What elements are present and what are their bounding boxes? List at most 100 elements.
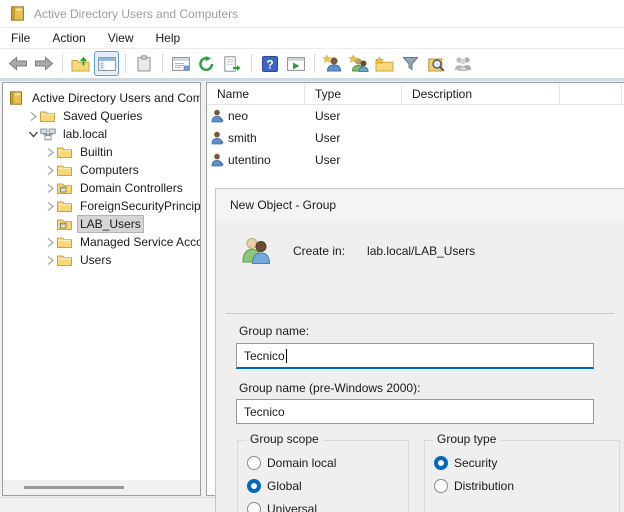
new-group-icon	[349, 55, 369, 72]
tree-item-builtin[interactable]: Builtin	[3, 143, 200, 161]
find-button[interactable]	[424, 51, 449, 76]
tree-item-domain-controllers[interactable]: Domain Controllers	[3, 179, 200, 197]
clipboard-button[interactable]	[131, 51, 156, 76]
chevron-right-icon[interactable]	[26, 111, 40, 122]
tree-horizontal-scrollbar[interactable]	[3, 480, 200, 495]
object-name: smith	[228, 131, 257, 145]
properties-button[interactable]	[168, 51, 193, 76]
object-type: User	[305, 109, 402, 123]
tree-item-saved-queries[interactable]: Saved Queries	[3, 107, 200, 125]
group-scope-label: Group scope	[246, 432, 323, 446]
new-user-button[interactable]	[320, 51, 345, 76]
list-row-neo[interactable]: neoUser	[207, 105, 624, 127]
show-console-tree-button[interactable]	[94, 51, 119, 76]
tree-item-active-directory-users-and-computers[interactable]: Active Directory Users and Computers	[3, 89, 200, 107]
menubar: FileActionViewHelp	[0, 27, 624, 48]
new-group-button[interactable]	[346, 51, 371, 76]
clipboard-icon	[137, 55, 151, 72]
object-type: User	[305, 131, 402, 145]
tree-item-label: Users	[78, 252, 113, 268]
radio-unchecked-icon[interactable]	[247, 502, 261, 512]
tree-item-users[interactable]: Users	[3, 251, 200, 269]
folder-icon	[57, 254, 74, 266]
help-button[interactable]: ?	[257, 51, 282, 76]
forward-button[interactable]	[31, 51, 56, 76]
toolbar-separator	[314, 54, 315, 73]
tree-item-label: Builtin	[78, 144, 115, 160]
tree-item-managed-service-accounts[interactable]: Managed Service Accounts	[3, 233, 200, 251]
export-list-button[interactable]	[220, 51, 245, 76]
filter-button[interactable]	[398, 51, 423, 76]
user-icon	[211, 153, 224, 167]
forward-icon	[34, 56, 54, 71]
column-header-extra	[560, 83, 622, 104]
column-header-name[interactable]: Name	[207, 83, 305, 104]
chevron-right-icon[interactable]	[43, 147, 57, 158]
refresh-icon	[198, 56, 215, 72]
console-tree-pane: Active Directory Users and ComputersSave…	[2, 82, 201, 496]
tree-item-computers[interactable]: Computers	[3, 161, 200, 179]
radio-checked-icon[interactable]	[434, 456, 448, 470]
chevron-right-icon[interactable]	[43, 255, 57, 266]
tree-item-lab-users[interactable]: LAB_Users	[3, 215, 200, 233]
back-button[interactable]	[5, 51, 30, 76]
chevron-right-icon[interactable]	[43, 201, 57, 212]
toolbar-separator	[162, 54, 163, 73]
user-icon	[211, 131, 224, 145]
list-row-utentino[interactable]: utentino User	[207, 149, 624, 171]
user-icon	[211, 109, 224, 123]
refresh-button[interactable]	[194, 51, 219, 76]
cell-name: utentino	[207, 153, 305, 167]
chevron-down-icon[interactable]	[26, 130, 40, 139]
domain-local-radio[interactable]: Domain local	[247, 451, 408, 474]
radio-unchecked-icon[interactable]	[247, 456, 261, 470]
create-in-label: Create in:	[293, 244, 345, 258]
new-window-button[interactable]	[283, 51, 308, 76]
filter-icon	[402, 56, 419, 71]
global-radio[interactable]: Global	[247, 474, 408, 497]
security-radio[interactable]: Security	[434, 451, 619, 474]
show-console-tree-icon	[98, 57, 116, 71]
radio-unchecked-icon[interactable]	[434, 479, 448, 493]
toolbar-separator	[62, 54, 63, 73]
list-row-smith[interactable]: smith User	[207, 127, 624, 149]
tree-item-foreignsecurityprincipals[interactable]: ForeignSecurityPrincipals	[3, 197, 200, 215]
group-name-pre2000-input[interactable]: Tecnico	[236, 399, 594, 424]
window-titlebar: Active Directory Users and Computers	[0, 0, 624, 27]
create-in-row: Create in: lab.local/LAB_Users	[241, 237, 475, 264]
chevron-right-icon[interactable]	[43, 165, 57, 176]
new-ou-button[interactable]	[372, 51, 397, 76]
group-scope-options: Domain local GlobalUniversal	[238, 441, 408, 512]
menu-view[interactable]: View	[97, 29, 145, 47]
new-ou-icon	[375, 56, 394, 72]
up-one-level-button[interactable]	[68, 51, 93, 76]
aduc-app-icon	[10, 6, 25, 21]
distribution-radio[interactable]: Distribution	[434, 474, 619, 497]
folder-icon	[57, 146, 74, 158]
create-in-value: lab.local/LAB_Users	[367, 244, 475, 258]
menu-file[interactable]: File	[0, 29, 41, 47]
tree-item-lab-local[interactable]: lab.local	[3, 125, 200, 143]
dialog-body: Create in: lab.local/LAB_Users Group nam…	[216, 220, 624, 512]
member-of-button[interactable]	[450, 51, 475, 76]
chevron-right-icon[interactable]	[43, 237, 57, 248]
column-header-description[interactable]: Description	[402, 83, 560, 104]
column-header-type[interactable]: Type	[305, 83, 402, 104]
folder-icon	[57, 236, 74, 248]
help-icon: ?	[262, 56, 278, 72]
object-type: User	[305, 153, 402, 167]
tree-scrollbar-thumb[interactable]	[24, 486, 124, 489]
object-name: utentino	[228, 153, 271, 167]
radio-checked-icon[interactable]	[247, 479, 261, 493]
menu-help[interactable]: Help	[145, 29, 192, 47]
dialog-title: New Object - Group	[230, 198, 336, 212]
universal-radio[interactable]: Universal	[247, 497, 408, 512]
menu-action[interactable]: Action	[41, 29, 96, 47]
chevron-right-icon[interactable]	[43, 183, 57, 194]
radio-label: Security	[454, 456, 497, 470]
svg-text:?: ?	[266, 57, 273, 71]
cell-name: neo	[207, 109, 305, 123]
group-name-input[interactable]: Tecnico	[236, 343, 594, 369]
group-name-pre2000-label: Group name (pre-Windows 2000):	[239, 381, 420, 395]
radio-label: Domain local	[267, 456, 336, 470]
